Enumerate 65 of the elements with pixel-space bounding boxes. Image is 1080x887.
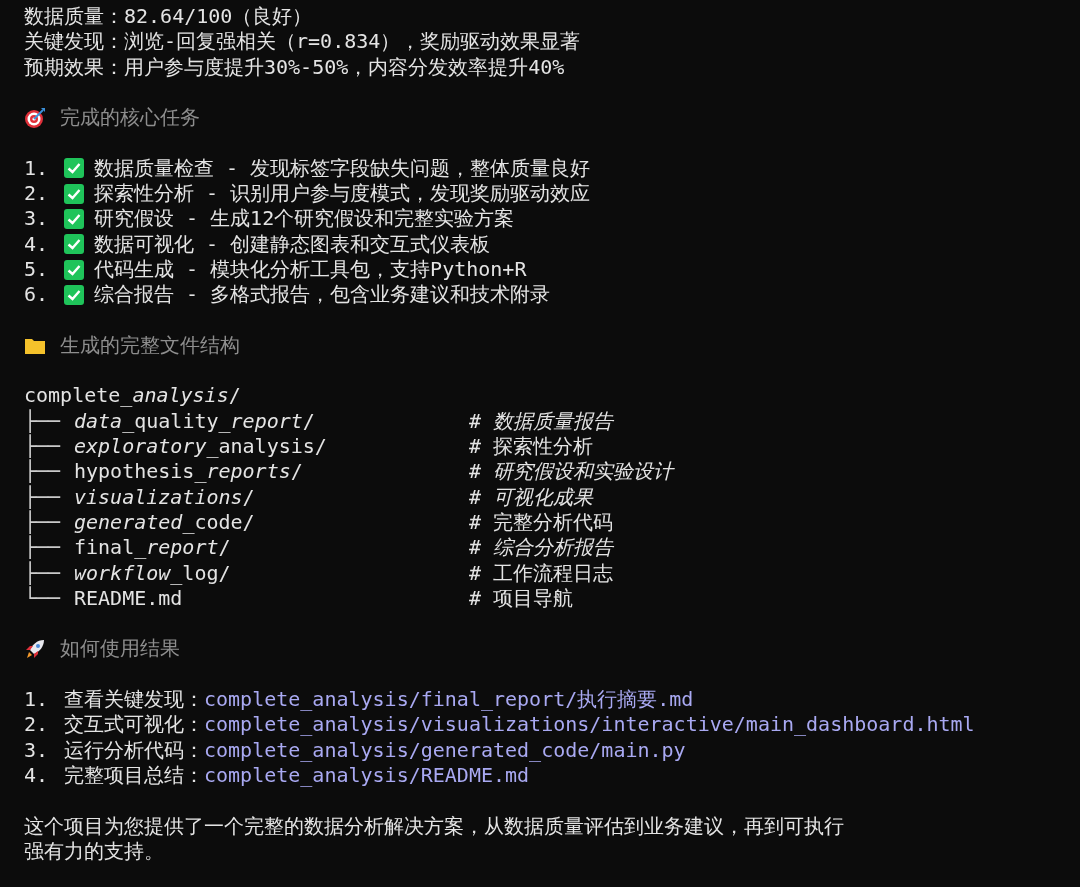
- task-line: 研究假设 - 生成12个研究假设和完整实验方案: [94, 206, 515, 232]
- comment-text: # 研究假设和实验设计: [469, 459, 674, 485]
- summary-line: 数据质量：82.64/100（良好）: [24, 4, 313, 30]
- file-name: data_quality_report/: [74, 408, 316, 435]
- comment-text: # 完整分析代码: [469, 509, 614, 536]
- check-icon: [64, 209, 84, 229]
- list-number: 4.: [24, 762, 50, 789]
- file-name: hypothesis_reports/: [74, 459, 304, 485]
- closing-text: 强有力的支持。: [24, 838, 164, 865]
- check-icon: [64, 183, 84, 204]
- file-path: complete_analysis/visualizations/interactive/main_dashboard.html: [204, 712, 975, 738]
- section-heading: 完成的核心任务: [60, 105, 200, 131]
- summary-line: 预期效果：用户参与度提升30%-50%，内容分发效率提升40%: [24, 54, 565, 80]
- task-line: 综合报告 - 多格式报告，包含业务建议和技术附录: [94, 282, 551, 308]
- summary-line: 关键发现：浏览-回复强相关（r=0.834），奖励驱动效果显著: [24, 29, 581, 55]
- tree-branch: ├──: [24, 535, 62, 561]
- file-name: README.md: [74, 585, 184, 612]
- list-number: 4.: [24, 231, 50, 257]
- file-path: complete_analysis/README.md: [204, 762, 530, 789]
- file-name: exploratory_analysis/: [74, 434, 328, 460]
- file-name: final_report/: [74, 535, 232, 561]
- file-path: complete_analysis/final_report/执行摘要.md: [204, 687, 694, 713]
- usage-label: 交互式可视化：: [64, 712, 204, 738]
- section-heading: 如何使用结果: [60, 636, 180, 662]
- task-line: 数据质量检查 - 发现标签字段缺失问题，整体质量良好: [94, 155, 591, 182]
- check-icon: [64, 284, 84, 305]
- task-line: 数据可视化 - 创建静态图表和交互式仪表板: [94, 231, 491, 257]
- list-number: 2.: [24, 712, 50, 738]
- comment-text: # 可视化成果: [469, 484, 594, 510]
- task-line: 探索性分析 - 识别用户参与度模式，发现奖励驱动效应: [94, 181, 591, 207]
- section-heading: 生成的完整文件结构: [60, 332, 240, 359]
- comment-text: # 综合分析报告: [469, 535, 614, 561]
- file-name: visualizations/: [74, 484, 256, 510]
- file-name: workflow_log/: [74, 560, 232, 586]
- usage-label: 完整项目总结：: [64, 762, 204, 789]
- tree-branch: └──: [24, 585, 62, 612]
- tree-branch: ├──: [24, 408, 62, 433]
- check-icon: [64, 234, 84, 255]
- list-number: 5.: [24, 256, 50, 283]
- list-number: 2.: [24, 181, 50, 207]
- usage-label: 运行分析代码：: [64, 737, 204, 763]
- comment-text: # 数据质量报告: [469, 408, 614, 435]
- usage-label: 查看关键发现：: [64, 687, 204, 713]
- tree-branch: ├──: [24, 459, 62, 485]
- list-number: 1.: [24, 687, 50, 713]
- folder-name: complete_analysis/: [24, 383, 241, 409]
- tree-branch: ├──: [24, 434, 62, 460]
- comment-text: # 工作流程日志: [469, 560, 614, 586]
- check-icon: [64, 158, 84, 179]
- tree-branch: ├──: [24, 560, 62, 585]
- list-number: 6.: [24, 282, 50, 308]
- rocket-icon: [24, 638, 46, 661]
- list-number: 3.: [24, 206, 50, 232]
- tree-branch: ├──: [24, 509, 62, 536]
- task-line: 代码生成 - 模块化分析工具包，支持Python+R: [94, 256, 527, 283]
- list-number: 3.: [24, 737, 50, 763]
- file-name: generated_code/: [74, 509, 256, 536]
- comment-text: # 探索性分析: [469, 434, 594, 460]
- tree-branch: ├──: [24, 484, 62, 509]
- list-number: 1.: [24, 155, 50, 182]
- check-icon: [64, 259, 84, 280]
- closing-text: 这个项目为您提供了一个完整的数据分析解决方案，从数据质量评估到业务建议，再到可执行: [24, 813, 844, 839]
- comment-text: # 项目导航: [469, 585, 574, 612]
- target-icon: [24, 106, 46, 129]
- file-path: complete_analysis/generated_code/main.py: [204, 737, 686, 763]
